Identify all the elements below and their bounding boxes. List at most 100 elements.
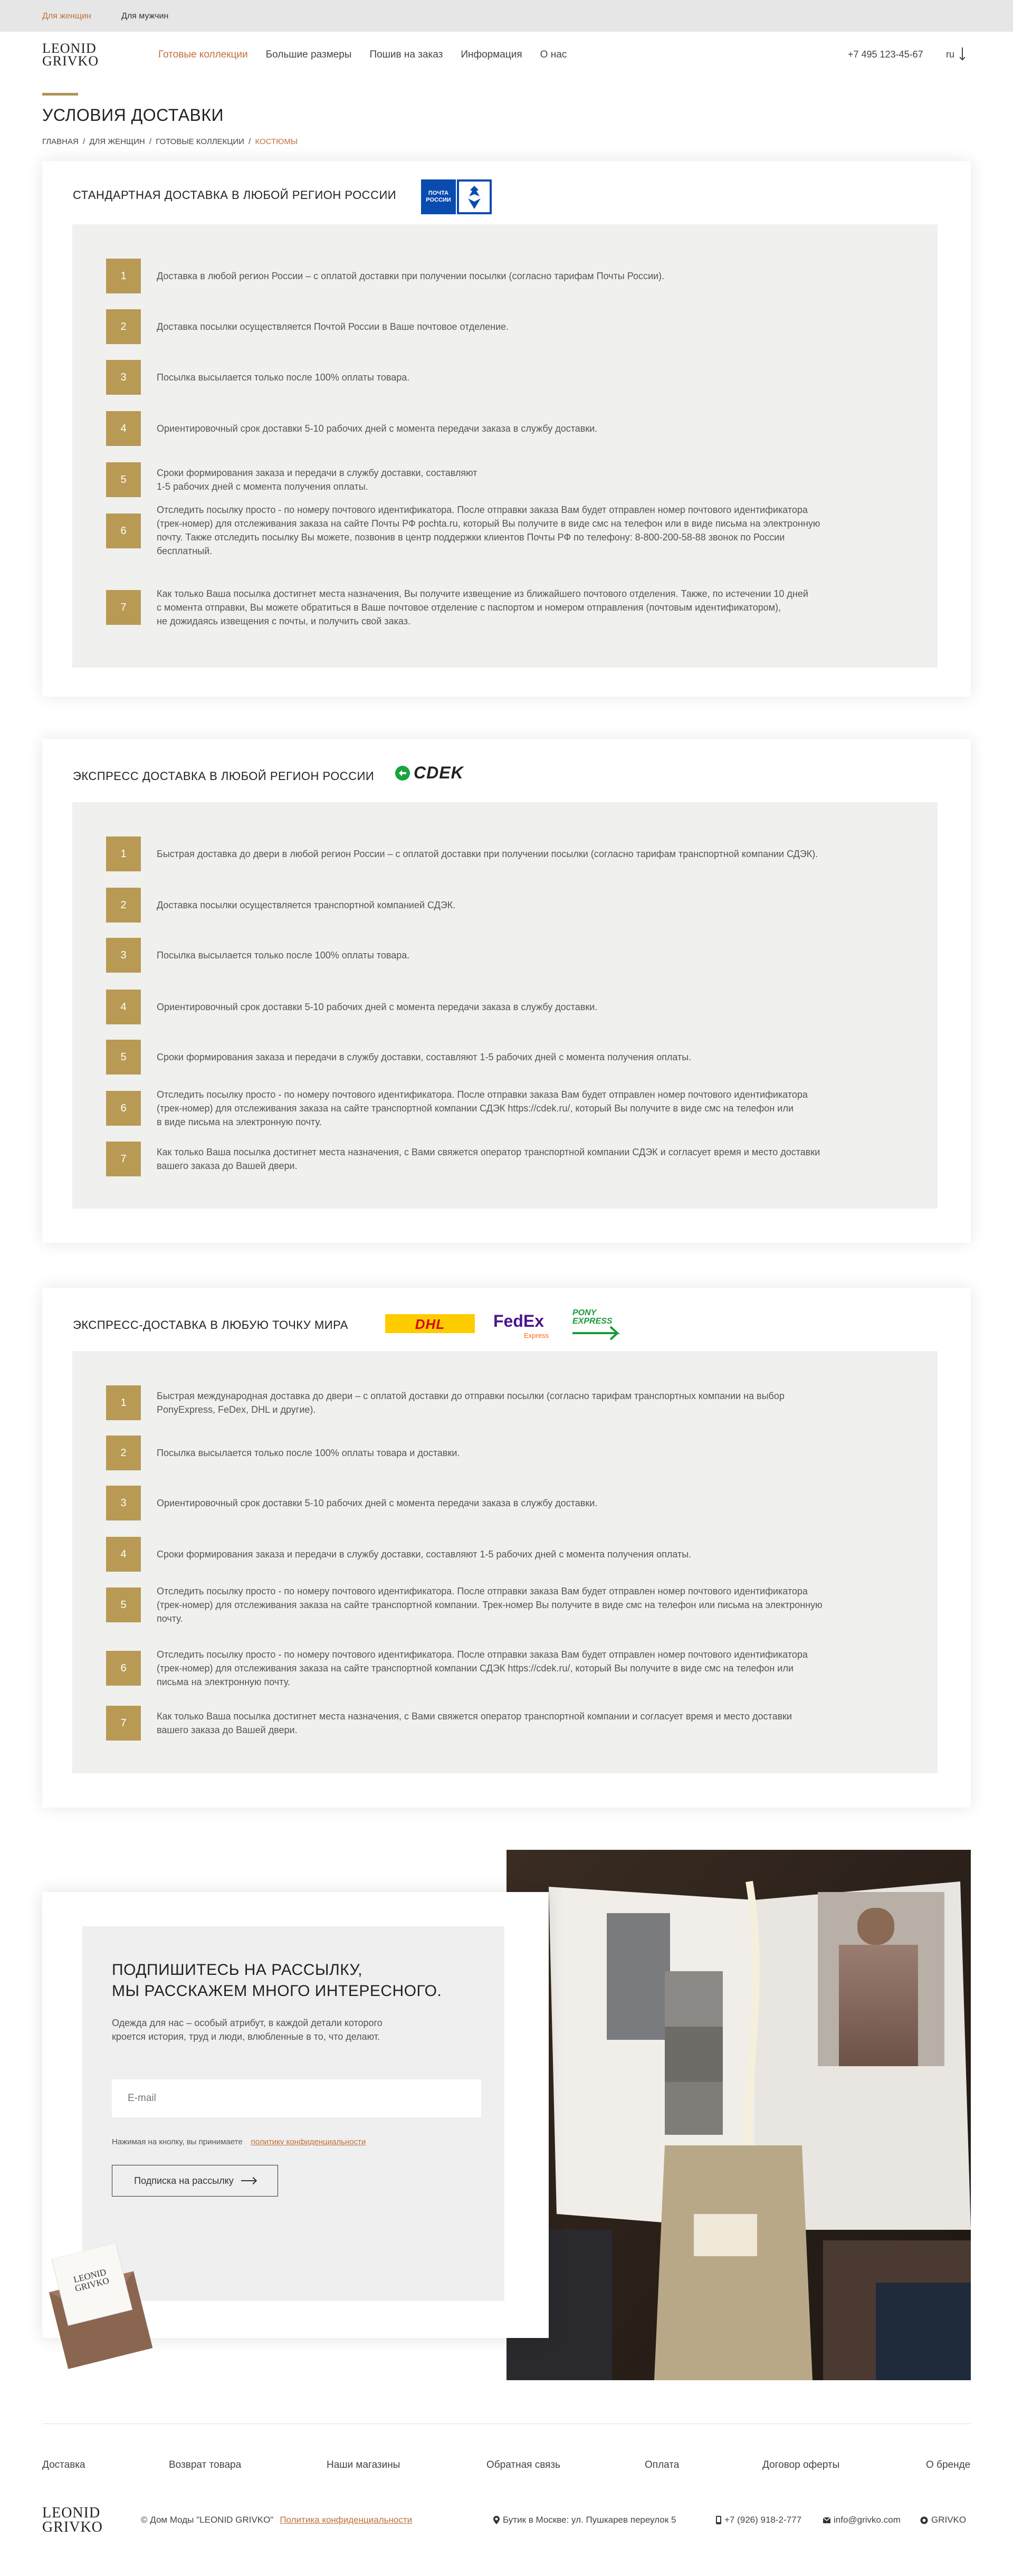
step-number: 5 (106, 1588, 141, 1622)
step-number: 7 (106, 1142, 141, 1176)
nav-about[interactable]: О нас (540, 49, 567, 61)
footer-address: Бутик в Москве: ул. Пушкарев переулок 5 (493, 2515, 676, 2525)
logo-line2: GRIVKO (42, 53, 99, 69)
site-logo[interactable]: LEONID GRIVKO (42, 42, 99, 68)
russian-post-logo: ПОЧТА РОССИИ (421, 179, 492, 214)
subscribe-photo (506, 1850, 971, 2380)
step-number: 4 (106, 990, 141, 1024)
step-text: Ориентировочный срок доставки 5-10 рабоч… (157, 1498, 598, 1508)
footer-email[interactable]: info@grivko.com (823, 2515, 901, 2525)
footer-logo[interactable]: LEONID GRIVKO (42, 2506, 103, 2535)
nav-ready-collections[interactable]: Готовые коллекции (158, 49, 248, 61)
logo-text: DHL (415, 1316, 445, 1332)
logo-text: CDEK (414, 763, 464, 782)
step-number: 5 (106, 1040, 141, 1075)
dhl-logo: DHL (385, 1314, 475, 1333)
step-number: 7 (106, 1706, 141, 1741)
globe-icon (920, 2516, 928, 2524)
nav-info[interactable]: Информация (461, 49, 522, 61)
nav-tailoring[interactable]: Пошив на заказ (369, 49, 443, 61)
step-text: Быстрая доставка до двери в любой регион… (157, 849, 818, 859)
breadcrumb-separator: / (82, 137, 85, 146)
breadcrumb-home[interactable]: ГЛАВНАЯ (42, 137, 79, 146)
step-number: 7 (106, 590, 141, 625)
step-number: 1 (106, 259, 141, 293)
step-number: 3 (106, 1486, 141, 1520)
fedex-logo: FedEx Express (493, 1311, 557, 1341)
step-number: 1 (106, 837, 141, 871)
step-number: 2 (106, 888, 141, 923)
men-link[interactable]: Для мужчин (121, 12, 168, 21)
step-text: Доставка в любой регион России – с оплат… (157, 271, 665, 281)
main-nav: Готовые коллекции Большие размеры Пошив … (158, 49, 585, 61)
logo-text: ПОЧТА (428, 190, 449, 196)
header-phone[interactable]: +7 495 123-45-67 (848, 49, 923, 60)
step-text: Доставка посылки осуществляется Почтой Р… (157, 321, 509, 332)
step-number: 2 (106, 309, 141, 344)
footer-logo-line2: GRIVKO (42, 2519, 103, 2535)
step-number: 2 (106, 1436, 141, 1470)
cdek-logo: CDEK (395, 763, 469, 784)
step-number: 6 (106, 514, 141, 548)
footer-phone[interactable]: +7 (926) 918-2-777 (716, 2515, 801, 2525)
step-text: Ориентировочный срок доставки 5-10 рабоч… (157, 423, 598, 434)
page-title: УСЛОВИЯ ДОСТАВКИ (42, 106, 224, 125)
step-text: Сроки формирования заказа и передачи в с… (157, 1052, 692, 1062)
footer-link-stores[interactable]: Наши магазины (327, 2459, 400, 2471)
step-text: Посылка высылается только после 100% опл… (157, 372, 410, 383)
steps-panel: 1 Доставка в любой регион России – с опл… (72, 224, 938, 668)
step-number: 4 (106, 411, 141, 446)
subscribe-title: ПОДПИШИТЕСЬ НА РАССЫЛКУ, МЫ РАССКАЖЕМ МН… (112, 1961, 442, 2000)
step-number: 6 (106, 1651, 141, 1686)
step-number: 4 (106, 1537, 141, 1572)
logo-text: Express (524, 1332, 549, 1339)
delivery-section-international: ЭКСПРЕСС-ДОСТАВКА В ЛЮБУЮ ТОЧКУ МИРА DHL… (42, 1288, 971, 1808)
email-input[interactable] (112, 2079, 481, 2117)
step-number: 5 (106, 462, 141, 497)
mobile-phone-icon (716, 2516, 721, 2524)
footer-link-brand[interactable]: О бренде (926, 2459, 970, 2471)
breadcrumb-current: КОСТЮМЫ (255, 137, 298, 146)
footer-link-returns[interactable]: Возврат товара (169, 2459, 241, 2471)
step-text: Посылка высылается только после 100% опл… (157, 950, 410, 961)
steps-panel: 1 Быстрая международная доставка до двер… (72, 1351, 938, 1773)
step-number: 3 (106, 938, 141, 973)
footer-link-offer[interactable]: Договор оферты (762, 2459, 839, 2471)
mail-icon (823, 2517, 830, 2523)
step-text: Ориентировочный срок доставки 5-10 рабоч… (157, 1002, 598, 1012)
breadcrumb-collections[interactable]: ГОТОВЫЕ КОЛЛЕКЦИИ (156, 137, 244, 146)
section-title: ЭКСПРЕСС ДОСТАВКА В ЛЮБОЙ РЕГИОН РОССИИ (73, 769, 375, 783)
footer-link-feedback[interactable]: Обратная связь (486, 2459, 560, 2471)
breadcrumb-separator: / (149, 137, 152, 146)
arrow-down-icon[interactable] (959, 46, 966, 61)
footer-link-payment[interactable]: Оплата (645, 2459, 679, 2471)
breadcrumb-women[interactable]: ДЛЯ ЖЕНЩИН (89, 137, 145, 146)
footer-brand-link[interactable]: GRIVKO (920, 2515, 966, 2525)
women-link[interactable]: Для женщин (42, 12, 91, 21)
language-selector[interactable]: ru (946, 49, 954, 60)
step-text: Отследить посылку просто - по номеру поч… (157, 1586, 823, 1624)
step-text: Отследить посылку просто - по номеру поч… (157, 1649, 808, 1687)
footer-link-delivery[interactable]: Доставка (42, 2459, 85, 2471)
step-text: Сроки формирования заказа и передачи в с… (157, 1549, 692, 1560)
consent-text: Нажимая на кнопку, вы принимаете политику… (112, 2137, 366, 2146)
logo-text: FedEx (493, 1311, 544, 1330)
step-number: 1 (106, 1385, 141, 1420)
breadcrumb: ГЛАВНАЯ / ДЛЯ ЖЕНЩИН / ГОТОВЫЕ КОЛЛЕКЦИИ… (42, 137, 298, 146)
logo-text: РОССИИ (426, 197, 451, 203)
title-accent-line (42, 93, 78, 96)
step-text: Посылка высылается только после 100% опл… (157, 1448, 460, 1458)
section-title: ЭКСПРЕСС-ДОСТАВКА В ЛЮБУЮ ТОЧКУ МИРА (73, 1318, 348, 1332)
steps-panel: 1 Быстрая доставка до двери в любой реги… (72, 802, 938, 1209)
footer-privacy-link[interactable]: Политика конфиденциальности (280, 2515, 412, 2525)
subscribe-button-label: Подписка на рассылку (134, 2175, 234, 2186)
breadcrumb-separator: / (249, 137, 251, 146)
nav-big-sizes[interactable]: Большие размеры (266, 49, 352, 61)
section-title: СТАНДАРТНАЯ ДОСТАВКА В ЛЮБОЙ РЕГИОН РОСС… (73, 188, 397, 202)
privacy-policy-link[interactable]: политику конфиденциальности (251, 2137, 366, 2146)
top-bar: Для женщин Для мужчин (0, 0, 1013, 32)
delivery-section-russian-post: СТАНДАРТНАЯ ДОСТАВКА В ЛЮБОЙ РЕГИОН РОСС… (42, 161, 971, 697)
subscribe-button[interactable]: Подписка на рассылку (112, 2165, 278, 2197)
step-text: Как только Ваша посылка достигнет места … (157, 588, 808, 626)
pony-express-logo: PONY EXPRESS (572, 1309, 630, 1342)
